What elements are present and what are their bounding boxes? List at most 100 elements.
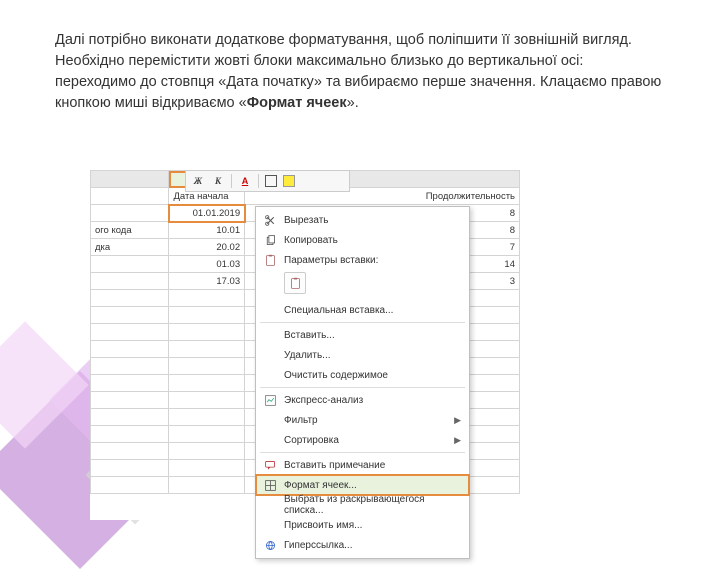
chevron-right-icon: ▶ xyxy=(454,435,461,446)
cell[interactable]: 10.01 xyxy=(169,222,245,239)
cell[interactable] xyxy=(169,341,245,358)
cell[interactable]: 17.03 xyxy=(169,273,245,290)
cell[interactable] xyxy=(169,307,245,324)
menu-label: Вырезать xyxy=(284,215,461,226)
cell[interactable] xyxy=(169,358,245,375)
copy-icon xyxy=(262,232,278,248)
cell[interactable]: 01.03 xyxy=(169,256,245,273)
menu-label: Очистить содержимое xyxy=(284,370,461,381)
cell[interactable] xyxy=(169,324,245,341)
blank-icon xyxy=(262,367,278,383)
separator xyxy=(260,387,465,388)
cell[interactable] xyxy=(91,307,169,324)
cell[interactable] xyxy=(91,375,169,392)
cell[interactable] xyxy=(169,426,245,443)
blank-icon xyxy=(262,497,278,513)
menu-copy[interactable]: Копировать xyxy=(256,230,469,250)
context-menu: Вырезать Копировать Параметры вставки: С… xyxy=(255,206,470,559)
cell[interactable] xyxy=(91,358,169,375)
excel-screenshot: B Дата начала Продолжительность 01.01.20… xyxy=(90,170,520,520)
font-color-button[interactable]: A xyxy=(238,174,252,188)
blank-icon xyxy=(262,347,278,363)
menu-label: Выбрать из раскрывающегося списка... xyxy=(284,494,461,516)
instruction-paragraph-1: Далі потрібно виконати додаткове формату… xyxy=(55,30,680,72)
menu-label: Экспресс-анализ xyxy=(284,395,461,406)
cell[interactable]: 20.02 xyxy=(169,239,245,256)
cell[interactable] xyxy=(91,460,169,477)
scissors-icon xyxy=(262,212,278,228)
selected-cell-date[interactable]: 01.01.2019 xyxy=(169,205,245,222)
menu-quick-analysis[interactable]: Экспресс-анализ xyxy=(256,390,469,410)
menu-sort[interactable]: Сортировка ▶ xyxy=(256,430,469,450)
menu-paste-options-header: Параметры вставки: xyxy=(256,250,469,270)
menu-label: Копировать xyxy=(284,235,461,246)
bold-button[interactable]: Ж xyxy=(191,174,205,188)
cell[interactable] xyxy=(169,375,245,392)
row-header-spacer xyxy=(91,171,169,188)
blank-icon xyxy=(262,517,278,533)
menu-label: Присвоить имя... xyxy=(284,520,461,531)
menu-delete[interactable]: Удалить... xyxy=(256,345,469,365)
blank-icon xyxy=(262,302,278,318)
fill-color-button[interactable] xyxy=(283,175,295,187)
cell[interactable] xyxy=(91,409,169,426)
menu-filter[interactable]: Фильтр ▶ xyxy=(256,410,469,430)
menu-pick-from-dropdown[interactable]: Выбрать из раскрывающегося списка... xyxy=(256,495,469,515)
menu-label: Формат ячеек... xyxy=(284,480,461,491)
cell[interactable] xyxy=(91,205,169,222)
separator xyxy=(260,452,465,453)
menu-label: Вставить... xyxy=(284,330,461,341)
italic-button[interactable]: К xyxy=(211,174,225,188)
menu-format-cells[interactable]: Формат ячеек... xyxy=(256,475,469,495)
cell[interactable] xyxy=(91,426,169,443)
cell[interactable]: ого кода xyxy=(91,222,169,239)
instruction-text: Далі потрібно виконати додаткове формату… xyxy=(55,30,680,114)
menu-label: Фильтр xyxy=(284,415,448,426)
menu-clear-contents[interactable]: Очистить содержимое xyxy=(256,365,469,385)
menu-cut[interactable]: Вырезать xyxy=(256,210,469,230)
cell[interactable] xyxy=(169,409,245,426)
cell[interactable] xyxy=(91,256,169,273)
cell[interactable] xyxy=(169,443,245,460)
menu-label: Вставить примечание xyxy=(284,460,461,471)
cell[interactable] xyxy=(91,392,169,409)
blank-icon xyxy=(262,327,278,343)
menu-insert-comment[interactable]: Вставить примечание xyxy=(256,455,469,475)
menu-label: Сортировка xyxy=(284,435,448,446)
separator xyxy=(258,174,259,188)
cell[interactable] xyxy=(169,290,245,307)
comment-icon xyxy=(262,457,278,473)
cell[interactable] xyxy=(91,477,169,494)
instruction-paragraph-2: переходимо до стовпця «Дата початку» та … xyxy=(55,72,680,114)
menu-label: Специальная вставка... xyxy=(284,305,461,316)
menu-label: Гиперссылка... xyxy=(284,540,461,551)
cell[interactable] xyxy=(169,392,245,409)
mini-toolbar: Ж К A xyxy=(185,170,350,192)
border-button[interactable] xyxy=(265,175,277,187)
cell[interactable] xyxy=(91,290,169,307)
blank-icon xyxy=(262,432,278,448)
cell[interactable] xyxy=(91,341,169,358)
menu-label: Удалить... xyxy=(284,350,461,361)
menu-insert[interactable]: Вставить... xyxy=(256,325,469,345)
cell[interactable]: дка xyxy=(91,239,169,256)
format-cells-icon xyxy=(262,477,278,493)
cell[interactable] xyxy=(169,477,245,494)
separator xyxy=(260,322,465,323)
cell[interactable] xyxy=(91,443,169,460)
cell[interactable] xyxy=(169,460,245,477)
paste-options-row xyxy=(256,270,469,300)
cell[interactable] xyxy=(91,273,169,290)
cell[interactable] xyxy=(91,324,169,341)
blank-icon xyxy=(262,412,278,428)
menu-label: Параметры вставки: xyxy=(284,255,461,266)
chevron-right-icon: ▶ xyxy=(454,415,461,426)
cell[interactable] xyxy=(91,188,169,205)
hyperlink-icon xyxy=(262,537,278,553)
paste-option-button[interactable] xyxy=(284,272,306,294)
menu-define-name[interactable]: Присвоить имя... xyxy=(256,515,469,535)
separator xyxy=(231,174,232,188)
quick-analysis-icon xyxy=(262,392,278,408)
menu-paste-special[interactable]: Специальная вставка... xyxy=(256,300,469,320)
menu-hyperlink[interactable]: Гиперссылка... xyxy=(256,535,469,555)
